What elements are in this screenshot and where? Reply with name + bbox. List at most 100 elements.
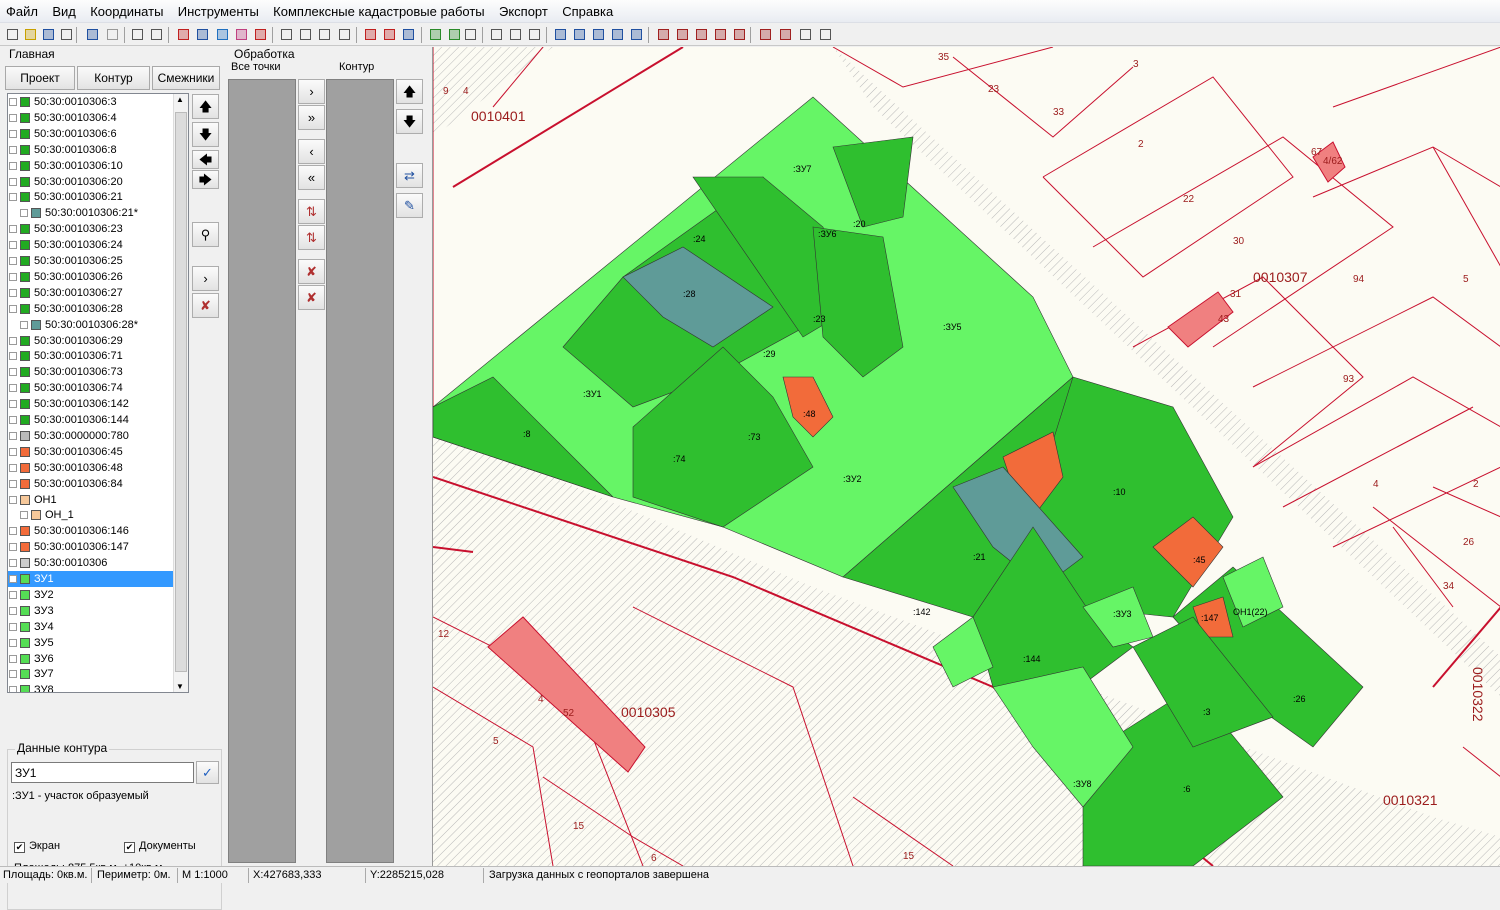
point-down-button[interactable]: 🡇 (396, 109, 423, 134)
reverse-button[interactable]: ⇄ (396, 163, 423, 188)
tree-item[interactable]: 50:30:0010306:147 (8, 539, 178, 555)
tree-item[interactable]: ЗУ8 (8, 682, 178, 692)
tree-item[interactable]: ОН1 (8, 492, 178, 508)
tree-checkbox[interactable] (9, 559, 17, 568)
tree-checkbox[interactable] (9, 638, 17, 647)
tree-item[interactable]: 50:30:0010306:27 (8, 285, 178, 301)
tree-checkbox[interactable] (9, 241, 17, 250)
tree-checkbox[interactable] (9, 479, 17, 488)
sort-desc-button[interactable]: ⇅ (298, 225, 325, 250)
remove-all-button[interactable]: « (298, 165, 325, 190)
tree-item[interactable]: 50:30:0010306:84 (8, 476, 178, 492)
toolbar-button-15[interactable] (297, 26, 314, 43)
tree-checkbox[interactable] (9, 352, 17, 361)
tree-item[interactable]: 50:30:0010306:28 (8, 301, 178, 317)
menu-coordinates[interactable]: Координаты (84, 0, 168, 23)
tree-checkbox[interactable] (9, 400, 17, 409)
all-points-list[interactable] (228, 79, 296, 863)
toolbar-button-5[interactable] (84, 26, 101, 43)
tree-item[interactable]: 50:30:0010306:10 (8, 158, 178, 174)
menu-export[interactable]: Экспорт (493, 0, 553, 23)
tree-checkbox[interactable] (9, 129, 17, 138)
contour-name-input[interactable] (11, 762, 194, 783)
move-left-button[interactable]: 🡄 (192, 150, 219, 169)
toolbar-button-23[interactable] (462, 26, 479, 43)
toolbar-button-13[interactable] (252, 26, 269, 43)
toolbar-button-22[interactable] (446, 26, 463, 43)
toolbar-button-12[interactable] (233, 26, 250, 43)
tree-item[interactable]: ЗУ4 (8, 619, 178, 635)
screen-checkbox[interactable]: ✔ Экран (14, 840, 60, 853)
tree-item[interactable]: 50:30:0010306:26 (8, 269, 178, 285)
tree-item[interactable]: 50:30:0010306:21* (8, 205, 178, 221)
toolbar-button-3[interactable] (40, 26, 57, 43)
tab-contour[interactable]: Контур (77, 66, 150, 90)
go-button[interactable]: › (192, 266, 219, 291)
toolbar-button-2[interactable] (22, 26, 39, 43)
toolbar-button-8[interactable] (148, 26, 165, 43)
map-canvas[interactable]: 0010401 0010307 0010305 0010321 0010322:ЗУ1:… (433, 47, 1500, 866)
tree-checkbox[interactable] (9, 495, 17, 504)
tree-item[interactable]: ЗУ2 (8, 587, 178, 603)
toolbar-button-17[interactable] (336, 26, 353, 43)
tree-checkbox[interactable] (9, 543, 17, 552)
tree-checkbox[interactable] (9, 686, 17, 692)
tree-checkbox[interactable] (9, 384, 17, 393)
tree-checkbox[interactable] (9, 606, 17, 615)
scroll-up-icon[interactable]: ▲ (176, 95, 184, 104)
add-point-button[interactable]: › (298, 79, 325, 104)
tree-checkbox[interactable] (9, 98, 17, 106)
tree-checkbox[interactable] (9, 590, 17, 599)
toolbar-button-11[interactable] (214, 26, 231, 43)
toolbar-button-30[interactable] (609, 26, 626, 43)
toolbar-button-14[interactable] (278, 26, 295, 43)
tree-item[interactable]: 50:30:0010306:142 (8, 396, 178, 412)
tree-item[interactable]: 50:30:0010306:23 (8, 221, 178, 237)
tree-item[interactable]: ЗУ5 (8, 635, 178, 651)
tree-item[interactable]: 50:30:0010306 (8, 555, 178, 571)
tree-checkbox[interactable] (9, 161, 17, 170)
tree-checkbox[interactable] (9, 177, 17, 186)
toolbar-button-25[interactable] (507, 26, 524, 43)
tree-checkbox[interactable] (9, 575, 17, 583)
tree-item[interactable]: 50:30:0010306:146 (8, 523, 178, 539)
apply-button[interactable]: ✓ (196, 761, 219, 784)
tree-checkbox[interactable] (9, 272, 17, 281)
tree-item[interactable]: 50:30:0010306:3 (8, 94, 178, 110)
toolbar-button-10[interactable] (194, 26, 211, 43)
tree-checkbox[interactable] (9, 257, 17, 265)
menu-view[interactable]: Вид (46, 0, 81, 23)
tree-checkbox[interactable] (9, 193, 17, 202)
scroll-thumb[interactable] (175, 112, 187, 672)
sort-asc-button[interactable]: ⇅ (298, 199, 325, 224)
toolbar-button-33[interactable] (674, 26, 691, 43)
tree-item[interactable]: ЗУ7 (8, 666, 178, 682)
tree-item[interactable]: ЗУ1 (8, 571, 178, 587)
add-all-button[interactable]: » (298, 105, 325, 130)
tree-item[interactable]: 50:30:0010306:25 (8, 253, 178, 269)
tree-item[interactable]: ЗУ3 (8, 603, 178, 619)
tab-neighbors[interactable]: Смежники (152, 66, 220, 90)
toolbar-button-9[interactable] (175, 26, 192, 43)
tree-checkbox[interactable] (9, 463, 17, 472)
tree-checkbox[interactable] (20, 320, 28, 329)
tree-item[interactable]: 50:30:0010306:28* (8, 317, 178, 333)
scroll-down-icon[interactable]: ▼ (176, 682, 184, 691)
tree-item[interactable]: 50:30:0010306:71 (8, 348, 178, 364)
tree-item[interactable]: 50:30:0010306:144 (8, 412, 178, 428)
delete-all-points-button[interactable]: ✘ (298, 285, 325, 310)
tree-checkbox[interactable] (9, 145, 17, 154)
move-up-button[interactable]: 🡅 (192, 94, 219, 119)
toolbar-button-6[interactable] (104, 26, 121, 43)
tree-item[interactable]: 50:30:0000000:780 (8, 428, 178, 444)
tree-item[interactable]: 50:30:0010306:48 (8, 460, 178, 476)
map-view[interactable]: 0010401 0010307 0010305 0010321 0010322:ЗУ1:… (432, 47, 1500, 866)
tree-checkbox[interactable] (9, 113, 17, 122)
tree-item[interactable]: 50:30:0010306:6 (8, 126, 178, 142)
toolbar-button-38[interactable] (777, 26, 794, 43)
documents-checkbox[interactable]: ✔ Документы (124, 840, 196, 853)
menu-complex-cadastral[interactable]: Комплексные кадастровые работы (267, 0, 489, 23)
toolbar-button-18[interactable] (362, 26, 379, 43)
menu-help[interactable]: Справка (556, 0, 618, 23)
tree-item[interactable]: 50:30:0010306:20 (8, 174, 178, 190)
